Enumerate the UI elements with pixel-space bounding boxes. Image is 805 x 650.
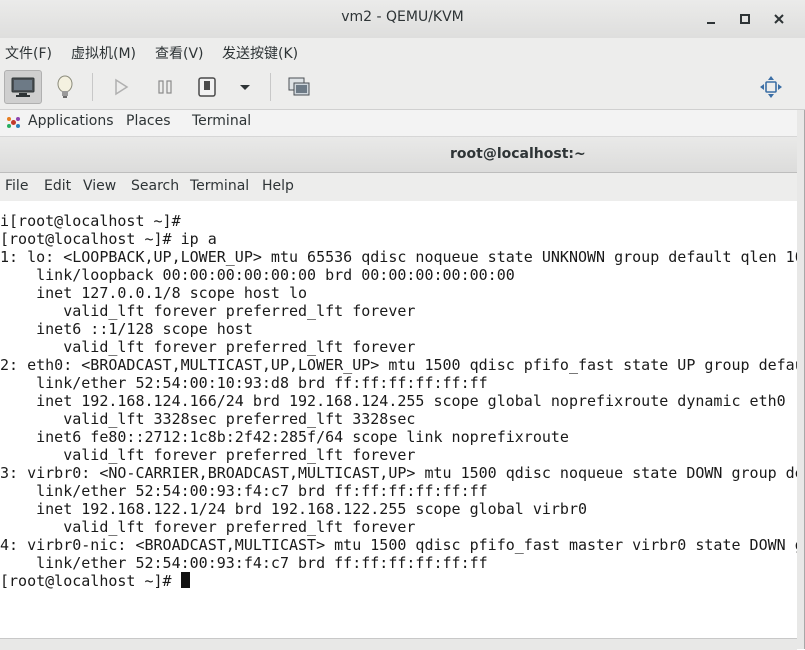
terminal-line: 4: virbr0-nic: <BROADCAST,MULTICAST> mtu…: [0, 536, 797, 554]
menu-send-key[interactable]: 发送按键(K): [222, 43, 298, 63]
run-button[interactable]: [104, 70, 138, 104]
gnome-top-panel: Applications Places Terminal: [0, 110, 797, 137]
snapshot-icon: [288, 77, 310, 96]
terminal-menu-view[interactable]: View: [83, 178, 116, 194]
terminal-line: link/ether 52:54:00:10:93:d8 brd ff:ff:f…: [0, 374, 488, 392]
close-button[interactable]: [768, 8, 790, 30]
console-view-button[interactable]: [4, 70, 42, 104]
window-bottom-edge: [0, 638, 797, 650]
terminal-title: root@localhost:~: [450, 146, 586, 162]
power-icon: [198, 77, 216, 97]
minimize-button[interactable]: [700, 8, 722, 30]
terminal-menu-file[interactable]: File: [5, 178, 28, 194]
terminal-menu-terminal[interactable]: Terminal: [190, 178, 249, 194]
terminal-line: inet6 fe80::2712:1c8b:2f42:285f/64 scope…: [0, 428, 569, 446]
terminal-menu-help[interactable]: Help: [262, 178, 294, 194]
terminal-prompt-line[interactable]: [root@localhost ~]#: [0, 572, 190, 590]
toolbar-separator: [92, 73, 93, 101]
terminal-app-menu[interactable]: Terminal: [192, 113, 251, 129]
menubar: 文件(F) 虚拟机(M) 查看(V) 发送按键(K): [0, 38, 805, 65]
window-titlebar[interactable]: vm2 - QEMU/KVM: [0, 0, 805, 39]
monitor-icon: [11, 77, 35, 97]
details-view-button[interactable]: [48, 70, 82, 104]
snapshots-button[interactable]: [282, 70, 316, 104]
terminal-titlebar[interactable]: root@localhost:~: [0, 137, 797, 173]
shutdown-button[interactable]: [190, 70, 224, 104]
terminal-line: link/ether 52:54:00:93:f4:c7 brd ff:ff:f…: [0, 482, 488, 500]
fullscreen-button[interactable]: [754, 70, 788, 104]
terminal-line: i[root@localhost ~]#: [0, 212, 181, 230]
terminal-line: valid_lft forever preferred_lft forever: [0, 446, 416, 464]
menu-virtual-machine[interactable]: 虚拟机(M): [71, 43, 136, 63]
terminal-menu-edit[interactable]: Edit: [44, 178, 71, 194]
terminal-line: [root@localhost ~]# ip a: [0, 230, 217, 248]
terminal-line: inet 127.0.0.1/8 scope host lo: [0, 284, 308, 302]
terminal-line: inet6 ::1/128 scope host: [0, 320, 253, 338]
terminal-line: inet 192.168.124.166/24 brd 192.168.124.…: [0, 392, 786, 410]
terminal-line: link/loopback 00:00:00:00:00:00 brd 00:0…: [0, 266, 515, 284]
dropdown-arrow-icon: [240, 85, 250, 90]
qemu-window: vm2 - QEMU/KVM 文件(F) 虚拟机(M) 查看(V) 发送按键(K…: [0, 0, 805, 650]
minimize-icon: [707, 22, 715, 24]
applications-menu[interactable]: Applications: [28, 113, 114, 129]
guest-display[interactable]: Applications Places Terminal root@localh…: [0, 110, 797, 638]
close-icon: [774, 14, 784, 24]
terminal-prompt: [root@localhost ~]#: [0, 572, 181, 590]
menu-view[interactable]: 查看(V): [155, 43, 204, 63]
terminal-line: valid_lft forever preferred_lft forever: [0, 338, 416, 356]
shutdown-menu-button[interactable]: [228, 70, 262, 104]
terminal-menubar: File Edit View Search Terminal Help: [0, 173, 797, 202]
terminal-line: valid_lft 3328sec preferred_lft 3328sec: [0, 410, 416, 428]
gnome-foot-icon: [7, 117, 20, 128]
places-menu[interactable]: Places: [126, 113, 171, 129]
pause-icon: [158, 80, 172, 94]
terminal-menu-search[interactable]: Search: [131, 178, 179, 194]
terminal-line: 1: lo: <LOOPBACK,UP,LOWER_UP> mtu 65536 …: [0, 248, 797, 266]
terminal-line: valid_lft forever preferred_lft forever: [0, 302, 416, 320]
terminal-line: valid_lft forever preferred_lft forever: [0, 518, 416, 536]
terminal-line: 3: virbr0: <NO-CARRIER,BROADCAST,MULTICA…: [0, 464, 797, 482]
terminal-line: 2: eth0: <BROADCAST,MULTICAST,UP,LOWER_U…: [0, 356, 797, 374]
fullscreen-move-icon: [760, 76, 782, 98]
toolbar-separator: [270, 73, 271, 101]
maximize-icon: [740, 14, 750, 24]
play-icon: [115, 78, 129, 96]
lightbulb-icon: [57, 75, 73, 98]
terminal-output[interactable]: i[root@localhost ~]# [root@localhost ~]#…: [0, 201, 797, 638]
terminal-line: link/ether 52:54:00:93:f4:c7 brd ff:ff:f…: [0, 554, 488, 572]
toolbar: [0, 65, 805, 110]
menu-file[interactable]: 文件(F): [5, 43, 52, 63]
pause-button[interactable]: [148, 70, 182, 104]
terminal-line: inet 192.168.122.1/24 brd 192.168.122.25…: [0, 500, 587, 518]
maximize-button[interactable]: [734, 8, 756, 30]
text-cursor: [180, 572, 190, 588]
window-title: vm2 - QEMU/KVM: [341, 9, 464, 25]
